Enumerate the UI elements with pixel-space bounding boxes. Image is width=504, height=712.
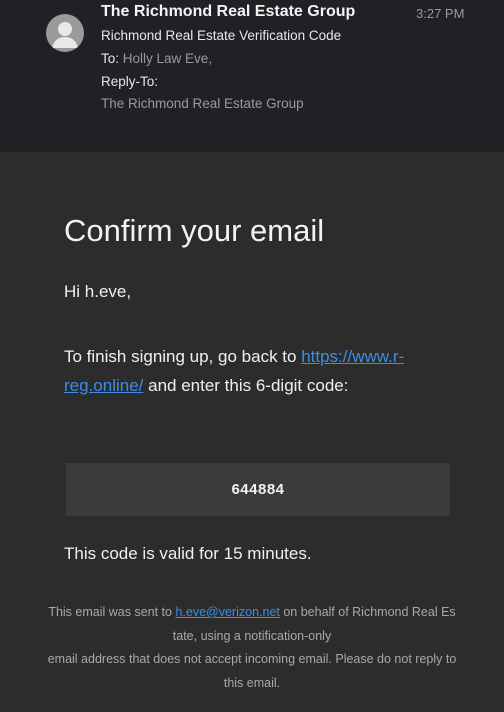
email-title: Confirm your email [64, 213, 325, 248]
received-time: 3:27 PM [416, 6, 465, 21]
email-header: The Richmond Real Estate Group 3:27 PM R… [0, 0, 504, 152]
email-subject: Richmond Real Estate Verification Code [101, 28, 342, 43]
instructions-text: To finish signing up, go back to https:/… [64, 342, 464, 400]
email-footer: This email was sent to h.eve@verizon.net… [0, 601, 504, 695]
footer-prefix: This email was sent to [48, 605, 176, 619]
sender-avatar-icon[interactable] [46, 14, 84, 52]
to-label: To: [101, 51, 120, 66]
footer-line-1: This email was sent to h.eve@verizon.net… [0, 601, 504, 625]
greeting: Hi h.eve, [64, 282, 132, 301]
to-line: To: Holly Law Eve, [101, 51, 212, 66]
reply-to-address[interactable]: The Richmond Real Estate Group [101, 96, 304, 111]
to-recipient[interactable]: Holly Law Eve, [123, 51, 212, 66]
footer-suffix: on behalf of Richmond Real Es [279, 605, 456, 619]
footer-line-2: tate, using a notification-only [172, 628, 332, 643]
instructions-suffix: and enter this 6-digit code: [143, 376, 349, 395]
reply-to-label: Reply-To: [101, 74, 159, 89]
recipient-email-link[interactable]: h.eve@verizon.net [175, 605, 279, 619]
code-validity-note: This code is valid for 15 minutes. [64, 544, 312, 563]
verification-code: 644884 [231, 481, 285, 498]
person-icon [52, 22, 78, 48]
verification-code-box: 644884 [66, 463, 450, 516]
footer-line-3: email address that does not accept incom… [47, 652, 457, 666]
footer-line-4: this email. [223, 675, 281, 690]
sender-name[interactable]: The Richmond Real Estate Group [101, 3, 355, 21]
instructions-prefix: To finish signing up, go back to [64, 347, 302, 366]
